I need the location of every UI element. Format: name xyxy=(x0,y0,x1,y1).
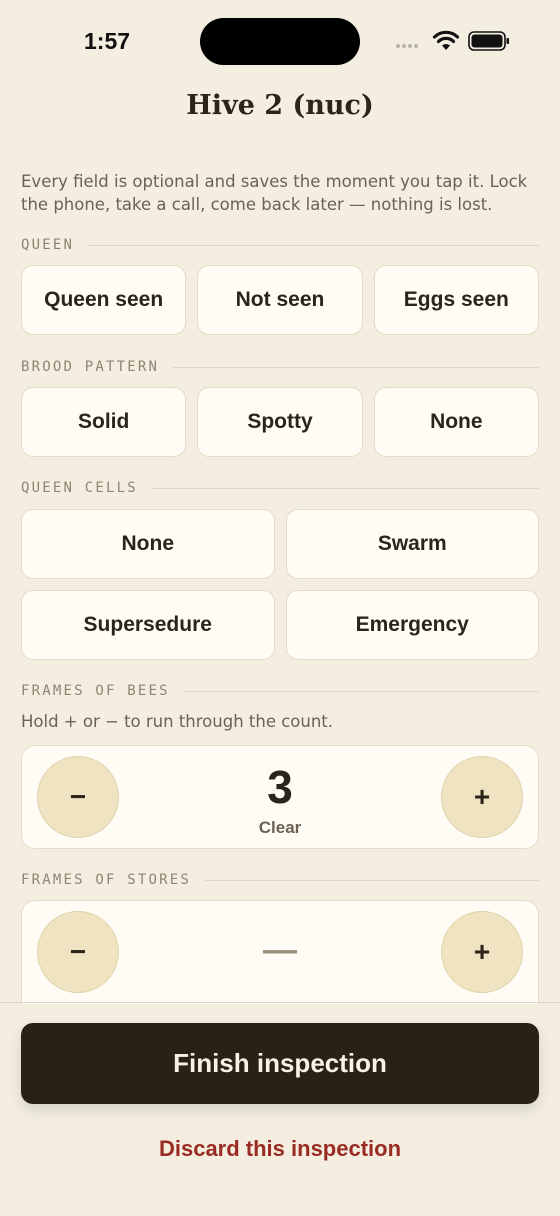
queen-cells-emergency-button[interactable]: Emergency xyxy=(285,590,539,660)
finish-inspection-button[interactable]: Finish inspection xyxy=(21,1023,539,1104)
frames-of-stores-stepper: − — + xyxy=(21,900,539,1004)
dynamic-island xyxy=(200,18,360,65)
battery-icon xyxy=(468,31,509,51)
page-title: Hive 2 (nuc) xyxy=(186,90,374,121)
frames-of-bees-stepper: − 3 Clear + xyxy=(21,745,539,849)
brood-spotty-button[interactable]: Spotty xyxy=(197,387,363,457)
brood-solid-button[interactable]: Solid xyxy=(21,387,187,457)
cellular-signal-icon xyxy=(396,44,418,48)
frames-of-bees-hint: Hold + or − to run through the count. xyxy=(21,712,334,731)
queen-seen-button[interactable]: Queen seen xyxy=(21,265,187,335)
frames-of-stores-increment-button[interactable]: + xyxy=(441,911,523,993)
status-bar: 1:57 xyxy=(0,0,560,82)
queen-cells-supersedure-button[interactable]: Supersedure xyxy=(21,590,275,660)
frames-of-bees-section-label: FRAMES OF BEES xyxy=(21,681,539,701)
intro-text: Every field is optional and saves the mo… xyxy=(21,172,528,214)
frames-of-stores-section-label: FRAMES OF STORES xyxy=(21,870,539,890)
queen-cells-options: None Swarm Supersedure Emergency xyxy=(21,509,539,660)
queen-cells-none-button[interactable]: None xyxy=(21,509,275,579)
queen-cells-swarm-button[interactable]: Swarm xyxy=(285,509,539,579)
queen-cells-section-label: QUEEN CELLS xyxy=(21,478,539,498)
queen-options: Queen seen Not seen Eggs seen xyxy=(21,265,539,335)
bottom-bar-divider xyxy=(0,1002,560,1003)
brood-none-button[interactable]: None xyxy=(373,387,539,457)
frames-of-bees-increment-button[interactable]: + xyxy=(441,756,523,838)
eggs-seen-button[interactable]: Eggs seen xyxy=(373,265,539,335)
queen-section-label: QUEEN xyxy=(21,235,539,255)
wifi-icon xyxy=(432,30,460,50)
brood-pattern-options: Solid Spotty None xyxy=(21,387,539,457)
brood-pattern-section-label: BROOD PATTERN xyxy=(21,357,539,377)
discard-inspection-link[interactable]: Discard this inspection xyxy=(0,1136,560,1162)
queen-not-seen-button[interactable]: Not seen xyxy=(197,265,363,335)
status-time: 1:57 xyxy=(84,28,131,54)
